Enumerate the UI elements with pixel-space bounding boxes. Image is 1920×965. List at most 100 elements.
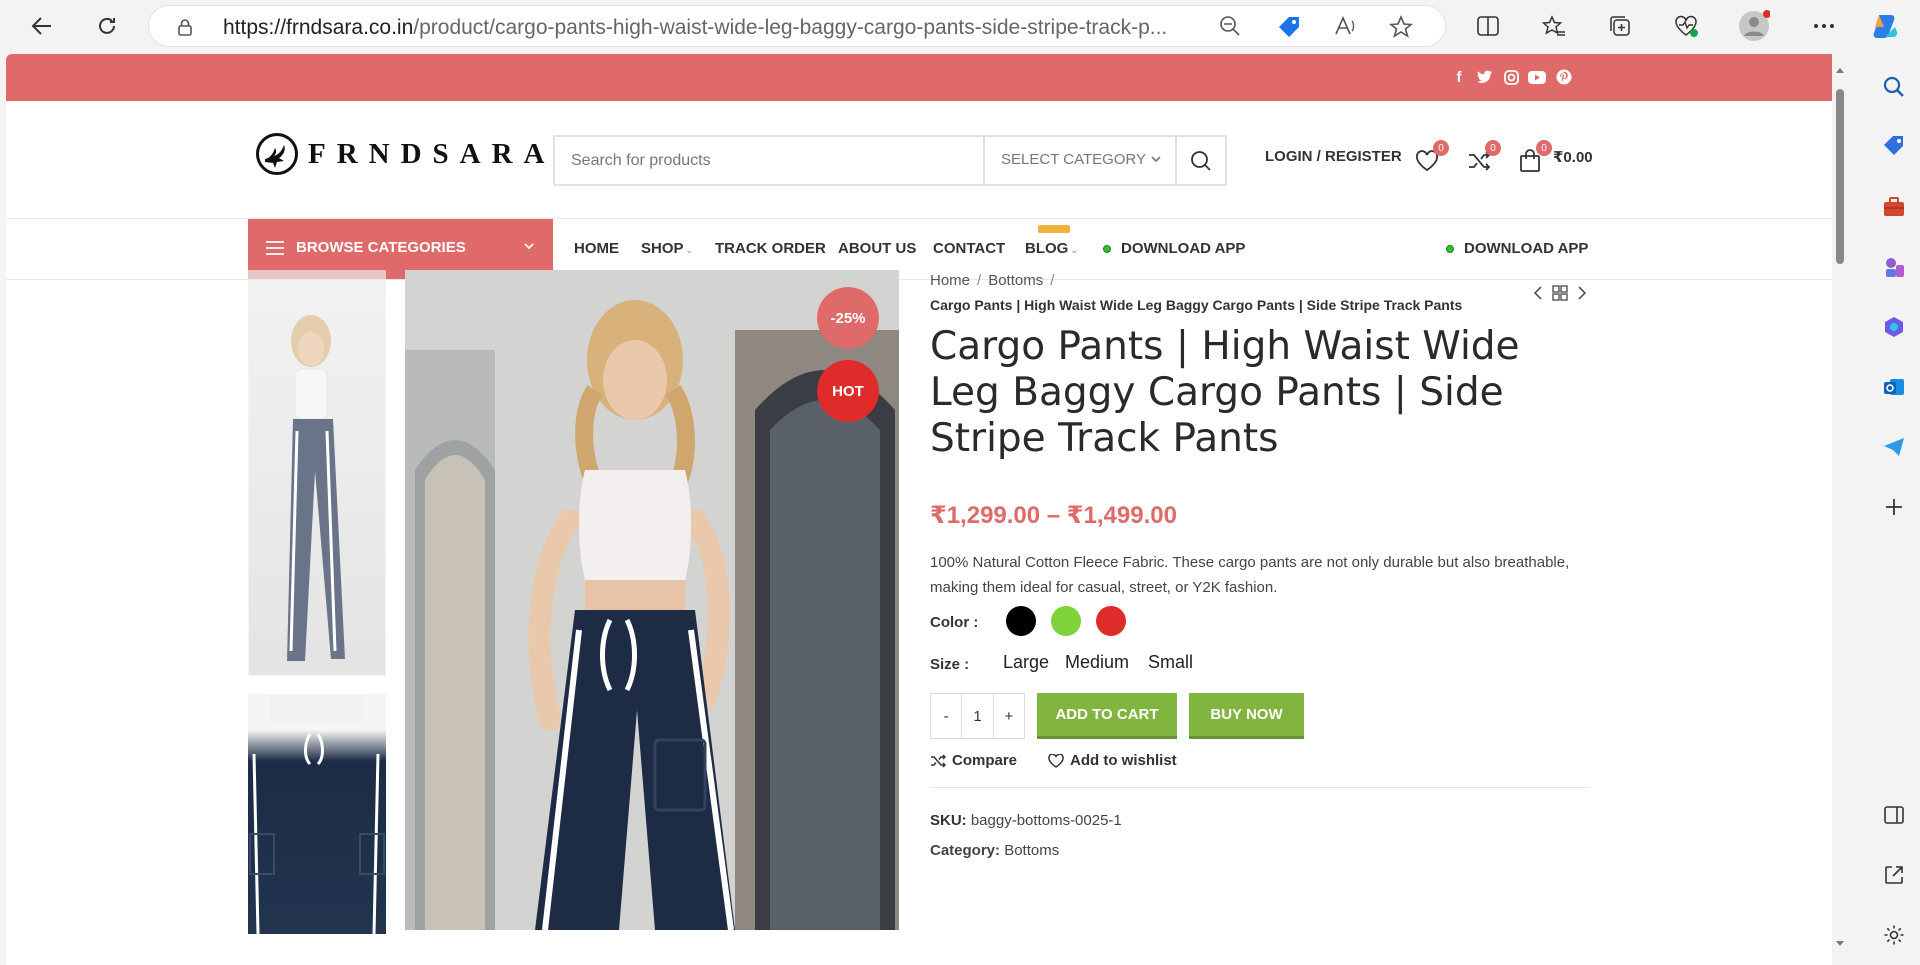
instagram-icon[interactable]: [1502, 68, 1520, 86]
color-swatch-red[interactable]: [1096, 606, 1126, 636]
web-page: f FRNDSARA SELECT CATEGORY: [6, 54, 1832, 965]
page-scrollbar[interactable]: [1832, 54, 1848, 965]
back-icon[interactable]: [24, 8, 60, 44]
category-select[interactable]: SELECT CATEGORY: [983, 137, 1177, 184]
collections-icon[interactable]: [1602, 8, 1638, 44]
size-option-medium[interactable]: Medium: [1065, 652, 1129, 673]
color-swatch-green[interactable]: [1051, 606, 1081, 636]
more-menu-icon[interactable]: [1806, 8, 1842, 44]
scroll-up-icon[interactable]: [1835, 66, 1845, 74]
quantity-input[interactable]: 1: [962, 694, 994, 738]
product-thumbnail-2[interactable]: [248, 694, 386, 935]
nav-download-app-right[interactable]: DOWNLOAD APP: [1446, 240, 1588, 257]
settings-gear-icon[interactable]: [1879, 920, 1909, 950]
address-bar[interactable]: https://frndsara.co.in/product/cargo-pan…: [148, 5, 1446, 47]
youtube-icon[interactable]: [1528, 68, 1546, 86]
favorites-icon[interactable]: [1536, 8, 1572, 44]
sale-percent-badge: -25%: [817, 287, 879, 349]
quantity-minus-button[interactable]: -: [931, 694, 963, 738]
cart-button[interactable]: 0: [1517, 140, 1552, 174]
shopping-tag-icon[interactable]: [1879, 130, 1909, 160]
chevron-down-icon: [523, 239, 535, 256]
nav-download-app[interactable]: DOWNLOAD APP: [1103, 240, 1245, 257]
heart-icon: [1048, 753, 1064, 768]
copilot-app-icon[interactable]: [1879, 312, 1909, 342]
search-icon[interactable]: [1879, 72, 1909, 102]
nav-shop[interactable]: SHOP ⌄: [641, 240, 693, 257]
browser-essentials-icon[interactable]: [1668, 8, 1704, 44]
pinterest-icon[interactable]: [1555, 68, 1573, 86]
divider: [930, 787, 1590, 788]
external-link-icon[interactable]: [1879, 860, 1909, 890]
quantity-plus-button[interactable]: +: [994, 694, 1024, 738]
scrollbar-thumb[interactable]: [1836, 89, 1844, 264]
twitter-icon[interactable]: [1476, 68, 1494, 86]
nav-blog-label: BLOG: [1025, 240, 1069, 257]
breadcrumb-home[interactable]: Home: [930, 272, 970, 289]
search-icon: [1191, 150, 1211, 171]
compare-label: Compare: [952, 752, 1018, 769]
previous-product-icon[interactable]: [1529, 284, 1547, 302]
login-register-link[interactable]: LOGIN / REGISTER: [1265, 148, 1402, 165]
buy-now-button[interactable]: BUY NOW: [1189, 693, 1304, 739]
sidebar-toggle-icon[interactable]: [1879, 800, 1909, 830]
top-announcement-bar: f: [6, 54, 1832, 101]
nav-contact[interactable]: CONTACT: [933, 240, 1005, 257]
breadcrumb-current: Cargo Pants | High Waist Wide Leg Baggy …: [930, 297, 1463, 313]
breadcrumb-bottoms[interactable]: Bottoms: [988, 272, 1043, 289]
zoom-out-icon[interactable]: [1219, 15, 1241, 42]
chevron-down-icon: ⌄: [685, 245, 694, 255]
size-option-small[interactable]: Small: [1148, 652, 1193, 673]
grid-back-icon[interactable]: [1551, 284, 1569, 302]
lock-icon[interactable]: [177, 18, 193, 41]
product-search: SELECT CATEGORY: [553, 135, 1227, 186]
add-to-wishlist-link[interactable]: Add to wishlist: [1048, 752, 1177, 769]
scroll-down-icon[interactable]: [1835, 940, 1845, 948]
logo-text: FRNDSARA: [308, 137, 556, 170]
facebook-icon[interactable]: f: [1450, 68, 1468, 86]
cart-count-badge: 0: [1536, 140, 1552, 156]
hot-badge: HOT: [817, 360, 879, 422]
category-link[interactable]: Bottoms: [1004, 842, 1059, 859]
search-button[interactable]: [1175, 137, 1225, 184]
chevron-down-icon: [1151, 151, 1161, 168]
nav-track-order[interactable]: TRACK ORDER: [715, 240, 826, 257]
read-aloud-icon[interactable]: [1334, 15, 1358, 42]
color-swatch-black[interactable]: [1006, 606, 1036, 636]
outlook-icon[interactable]: [1879, 372, 1909, 402]
next-product-icon[interactable]: [1573, 284, 1591, 302]
compare-link[interactable]: Compare: [930, 752, 1017, 769]
nav-download-app-right-label: DOWNLOAD APP: [1464, 240, 1589, 257]
browse-categories-label: BROWSE CATEGORIES: [296, 239, 466, 256]
add-icon[interactable]: [1879, 492, 1909, 522]
breadcrumb-separator: /: [1050, 272, 1055, 289]
compare-count-badge: 0: [1485, 140, 1501, 156]
status-dot-icon: [1103, 245, 1111, 254]
nav-home[interactable]: HOME: [574, 240, 619, 257]
search-input[interactable]: [571, 149, 951, 173]
cart-total[interactable]: ₹0.00: [1553, 148, 1593, 166]
sku-value: baggy-bottoms-0025-1: [970, 812, 1122, 829]
games-icon[interactable]: [1879, 252, 1909, 282]
split-screen-icon[interactable]: [1470, 8, 1506, 44]
url-text[interactable]: https://frndsara.co.in/product/cargo-pan…: [223, 16, 1343, 40]
site-logo[interactable]: FRNDSARA: [256, 133, 556, 175]
product-description: 100% Natural Cotton Fleece Fabric. These…: [930, 554, 1570, 596]
coupon-tag-icon[interactable]: [1276, 15, 1302, 44]
nav-about-us[interactable]: ABOUT US: [838, 240, 916, 257]
profile-avatar[interactable]: [1736, 8, 1772, 44]
size-option-large[interactable]: Large: [1003, 652, 1049, 673]
compare-button[interactable]: 0: [1466, 140, 1501, 174]
url-host: https://frndsara.co.in: [223, 16, 414, 39]
refresh-icon[interactable]: [89, 8, 125, 44]
copilot-icon[interactable]: [1868, 8, 1904, 44]
add-to-cart-button[interactable]: ADD TO CART: [1037, 693, 1177, 739]
wishlist-button[interactable]: 0: [1414, 140, 1449, 174]
tools-icon[interactable]: [1879, 192, 1909, 222]
nav-blog[interactable]: BLOG ⌄: [1025, 240, 1078, 257]
favorite-star-icon[interactable]: [1388, 14, 1414, 44]
telegram-send-icon[interactable]: [1879, 432, 1909, 462]
product-title: Cargo Pants | High Waist Wide Leg Baggy …: [930, 324, 1520, 461]
product-thumbnail-1[interactable]: [248, 270, 386, 676]
breadcrumb: Home / Bottoms /: [930, 272, 1061, 289]
